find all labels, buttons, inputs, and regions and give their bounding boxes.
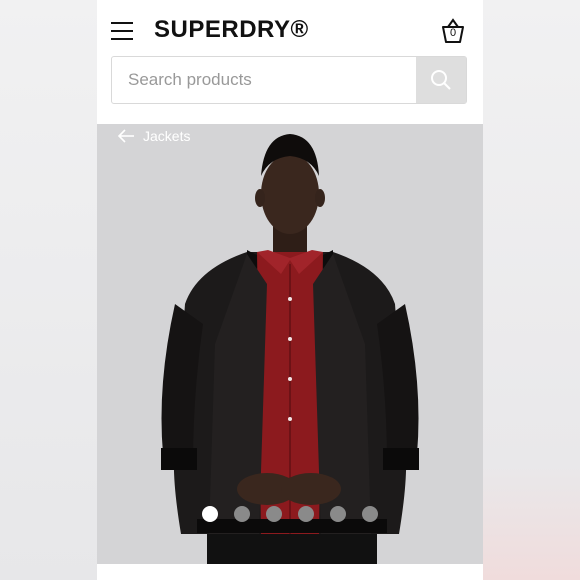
carousel-dot[interactable] bbox=[202, 506, 218, 522]
carousel-dot[interactable] bbox=[234, 506, 250, 522]
search-icon bbox=[431, 70, 451, 90]
site-header: SUPERDRY® 0 bbox=[97, 0, 483, 124]
mobile-page: SUPERDRY® 0 Search products Jackets bbox=[97, 0, 483, 580]
menu-icon[interactable] bbox=[111, 22, 133, 40]
product-photo bbox=[97, 124, 483, 564]
product-image-carousel[interactable]: Jackets bbox=[97, 124, 483, 564]
basket-count: 0 bbox=[449, 27, 457, 39]
carousel-dot[interactable] bbox=[266, 506, 282, 522]
carousel-dot[interactable] bbox=[362, 506, 378, 522]
basket-button[interactable]: 0 bbox=[441, 18, 465, 44]
search-input[interactable] bbox=[112, 57, 417, 103]
carousel-dots bbox=[97, 506, 483, 522]
brand-logo[interactable]: SUPERDRY® bbox=[154, 16, 309, 44]
search-bar bbox=[111, 56, 467, 104]
search-button[interactable] bbox=[416, 57, 466, 103]
product-details-panel bbox=[97, 564, 483, 580]
background-left bbox=[0, 0, 97, 580]
arrow-left-icon bbox=[117, 129, 134, 143]
back-link[interactable]: Jackets bbox=[117, 128, 190, 144]
carousel-dot[interactable] bbox=[330, 506, 346, 522]
background-right bbox=[483, 0, 580, 580]
carousel-dot[interactable] bbox=[298, 506, 314, 522]
back-link-label: Jackets bbox=[143, 128, 191, 144]
